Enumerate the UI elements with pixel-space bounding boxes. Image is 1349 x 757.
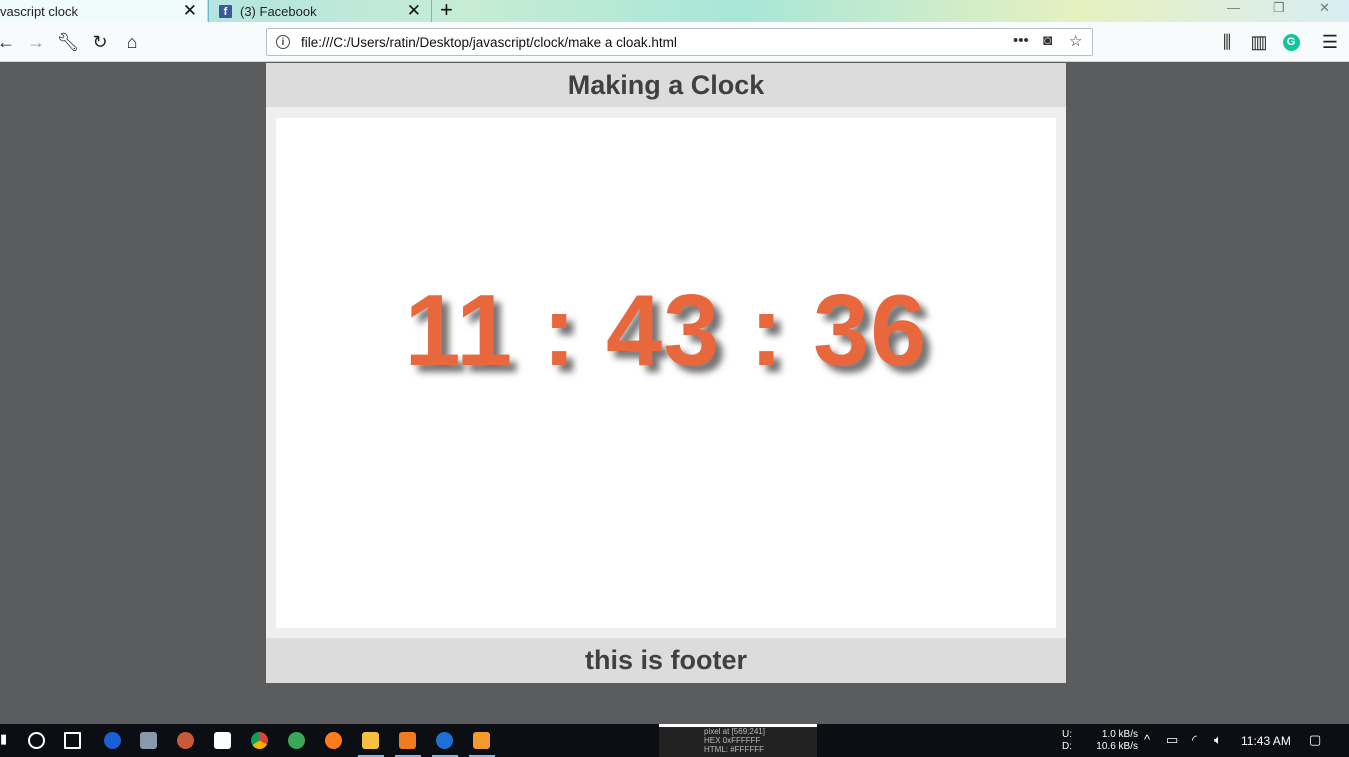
app-icon-5[interactable] <box>399 732 416 749</box>
volume-icon[interactable]: 🔈︎ <box>1214 732 1222 748</box>
cortana-icon[interactable] <box>28 732 45 749</box>
wifi-icon[interactable]: ◜ <box>1192 732 1197 748</box>
forward-icon[interactable]: → <box>24 30 48 54</box>
pocket-icon[interactable]: ◙ <box>1043 32 1052 49</box>
close-window-icon[interactable]: ✕ <box>1319 0 1330 16</box>
snipping-tool-icon[interactable] <box>214 732 231 749</box>
network-speed: U: D: 1.0 kB/s 10.6 kB/s <box>1062 729 1138 753</box>
chrome-icon[interactable] <box>251 732 268 749</box>
sublime-text-icon[interactable] <box>473 732 490 749</box>
app-icon-3[interactable] <box>177 732 194 749</box>
task-view-icon[interactable] <box>64 732 81 749</box>
download-label: D: <box>1062 741 1072 752</box>
tab-strip: vascript clock ✕ f (3) Facebook ✕ + — ❐ … <box>0 0 1349 22</box>
info-icon[interactable]: i <box>276 35 290 49</box>
wrench-icon[interactable]: 🔧︎ <box>56 30 80 54</box>
new-tab-button[interactable]: + <box>440 0 453 23</box>
pixel-html: HTML: #FFFFFF <box>704 745 764 754</box>
start-icon[interactable]: ▮ <box>0 731 7 747</box>
pixel-hex: HEX 0xFFFFFF <box>704 736 761 745</box>
chevron-up-icon[interactable]: ^ <box>1144 732 1150 747</box>
minimize-icon[interactable]: — <box>1227 0 1240 15</box>
taskbar-clock[interactable]: 11:43 AM <box>1241 734 1291 748</box>
page-container: Making a Clock 11 : 43 : 36 this is foot… <box>266 63 1066 683</box>
url-text[interactable]: file:///C:/Users/ratin/Desktop/javascrip… <box>301 35 677 50</box>
file-explorer-icon[interactable] <box>362 732 379 749</box>
page-actions-icon[interactable]: ••• <box>1013 32 1029 49</box>
page-footer: this is footer <box>266 638 1066 683</box>
url-bar[interactable]: i file:///C:/Users/ratin/Desktop/javascr… <box>266 28 1093 56</box>
clock-panel: 11 : 43 : 36 <box>276 118 1056 628</box>
app-icon-1[interactable] <box>104 732 121 749</box>
menu-icon[interactable]: ☰ <box>1318 30 1342 54</box>
app-icon-4[interactable] <box>288 732 305 749</box>
notifications-icon[interactable]: ▢ <box>1309 732 1321 748</box>
navigation-bar: ← → 🔧︎ ↻ ⌂ i file:///C:/Users/ratin/Desk… <box>0 22 1349 62</box>
tab-title: (3) Facebook <box>240 3 317 19</box>
back-icon[interactable]: ← <box>0 30 18 54</box>
firefox-dev-icon[interactable] <box>436 732 453 749</box>
grammarly-icon[interactable]: G <box>1279 30 1303 54</box>
pixel-position: pixel at [569;241] <box>704 727 765 736</box>
facebook-icon: f <box>219 4 232 18</box>
battery-icon[interactable]: ▭ <box>1166 732 1178 748</box>
bookmark-star-icon[interactable]: ☆ <box>1069 32 1082 50</box>
clock-display: 11 : 43 : 36 <box>404 275 928 387</box>
tab-title: vascript clock <box>0 3 79 19</box>
upload-label: U: <box>1062 729 1072 740</box>
firefox-icon[interactable] <box>325 732 342 749</box>
page-header: Making a Clock <box>266 63 1066 107</box>
taskbar: ▮ pixel at [569;241] HEX 0xFFFFFF HTML: … <box>0 724 1349 757</box>
tab-javascript-clock[interactable]: vascript clock ✕ <box>0 0 207 22</box>
library-icon[interactable]: ⫼ <box>1215 30 1239 54</box>
upload-speed: 1.0 kB/s <box>1101 729 1138 740</box>
reload-icon[interactable]: ↻ <box>88 30 112 54</box>
home-icon[interactable]: ⌂ <box>120 30 144 54</box>
tab-facebook[interactable]: f (3) Facebook ✕ <box>208 0 432 22</box>
download-speed: 10.6 kB/s <box>1096 741 1138 752</box>
pixel-info-popup: pixel at [569;241] HEX 0xFFFFFF HTML: #F… <box>659 724 817 757</box>
restore-icon[interactable]: ❐ <box>1273 0 1285 16</box>
app-icon-2[interactable] <box>140 732 157 749</box>
sidebar-icon[interactable]: ▥ <box>1247 30 1271 54</box>
close-tab-icon[interactable]: ✕ <box>183 1 197 21</box>
close-tab-icon[interactable]: ✕ <box>407 1 421 21</box>
